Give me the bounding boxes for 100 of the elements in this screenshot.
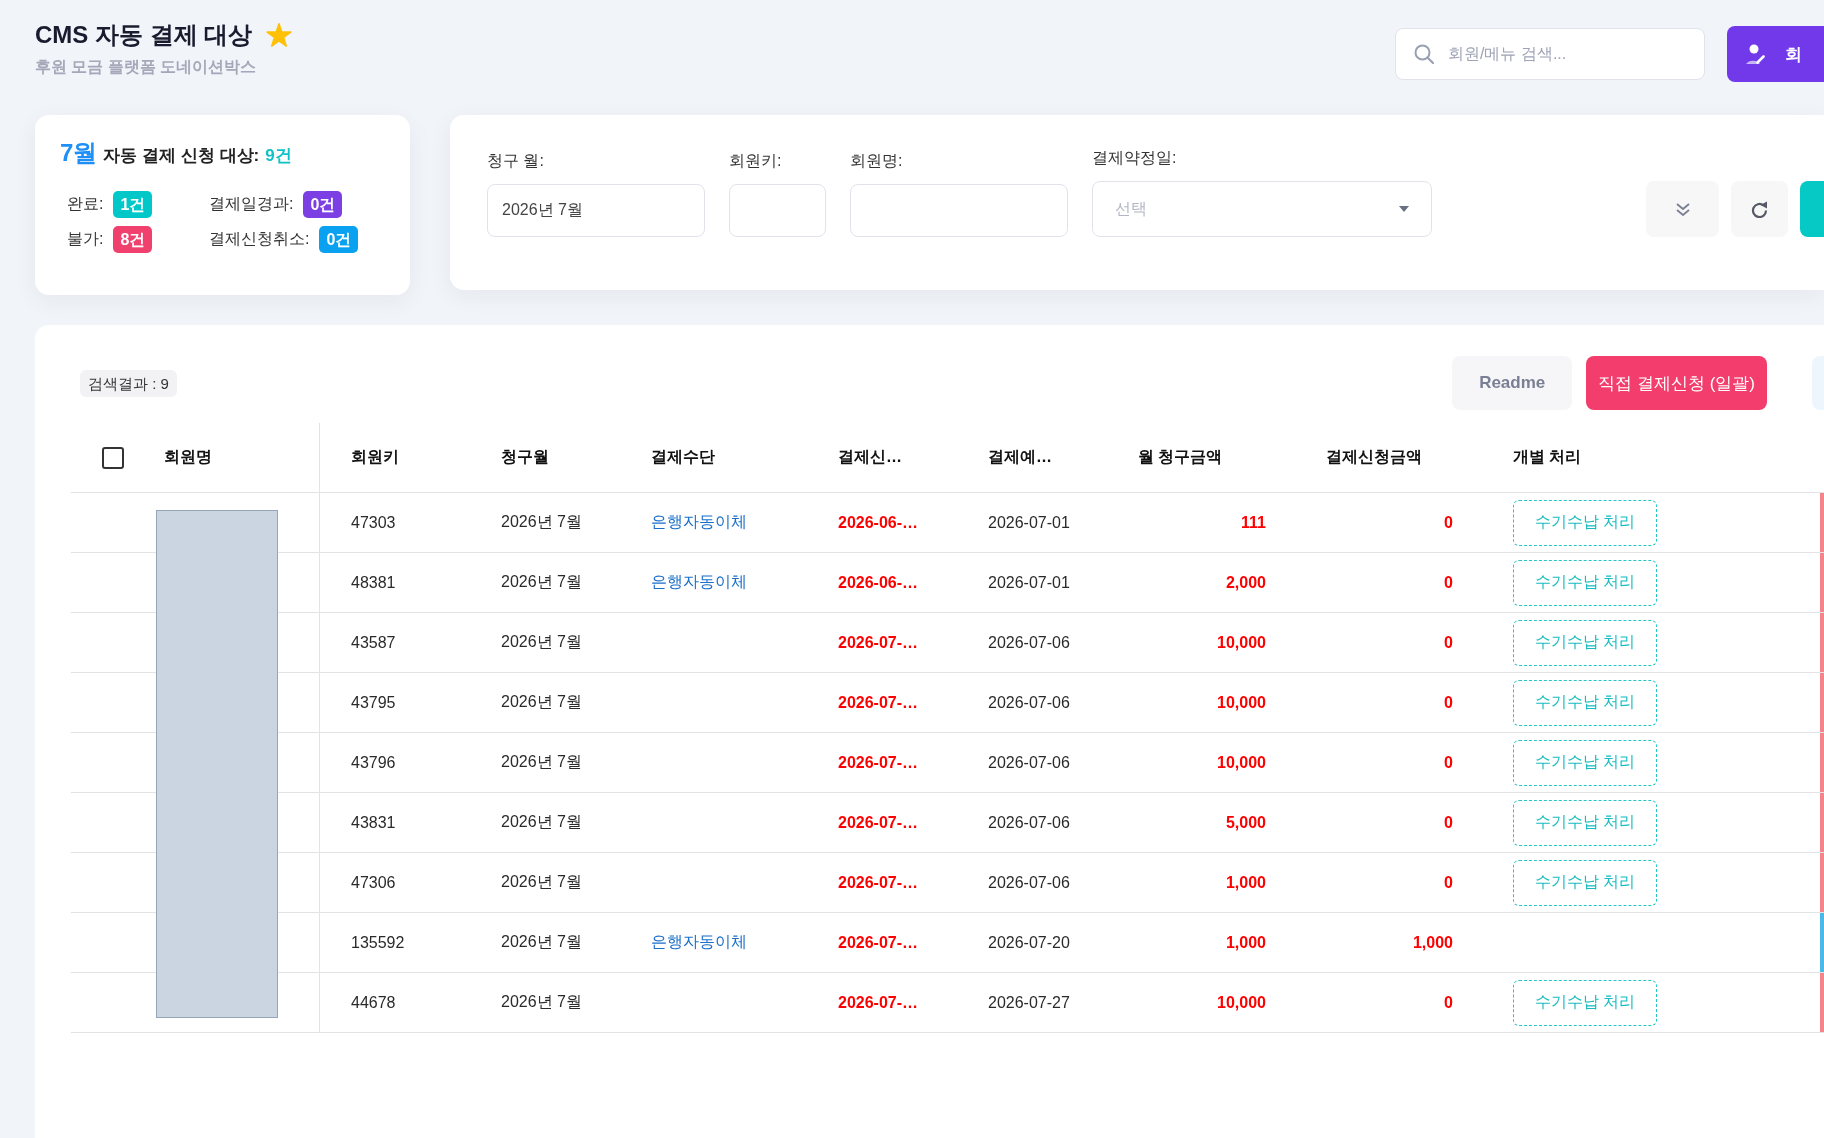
select-field[interactable]: 선택 <box>1092 181 1432 237</box>
action-button[interactable] <box>1800 181 1824 237</box>
page-subtitle: 후원 모금 플랫폼 도네이션박스 <box>35 57 258 77</box>
table-cell-text: 10,000 <box>1216 992 1267 1013</box>
field-label: 결제약정일: <box>1092 148 1178 168</box>
table-cell-text: 10,000 <box>1216 632 1267 653</box>
column-header: 결제신… <box>837 447 903 467</box>
column-header: 개별 처리 <box>1512 447 1583 467</box>
table-cell-text: 2026-07-… <box>837 812 920 833</box>
table-cell-text: 44678 <box>350 992 397 1013</box>
table-cell-text: 2026년 7월 <box>500 872 583 892</box>
manual-payment-button[interactable]: 수기수납 처리 <box>1513 499 1657 546</box>
table-cell-text: 0 <box>1443 992 1454 1013</box>
table-cell-text: 2026-07-01 <box>987 572 1071 593</box>
table-cell-text: 10,000 <box>1216 692 1267 713</box>
table-cell-text: 2026-06-… <box>837 512 920 533</box>
column-header: 회원명 <box>148 423 320 492</box>
refresh-button[interactable] <box>1731 181 1788 237</box>
table-cell-text: 2026-07-20 <box>987 932 1071 953</box>
table-cell-text: 0 <box>1443 692 1454 713</box>
manual-payment-button[interactable]: 수기수납 처리 <box>1513 859 1657 906</box>
table-cell-text: 2026년 7월 <box>500 932 583 952</box>
column-header: 결제신청금액 <box>1325 447 1423 467</box>
table-cell-text: 47303 <box>350 512 397 533</box>
summary-title: 자동 결제 신청 대상: <box>103 145 260 167</box>
count-badge: 8건 <box>113 226 153 253</box>
table-cell-text: 2,000 <box>1224 572 1267 593</box>
table-cell-text: 2026-07-… <box>837 992 920 1013</box>
table-cell-text: 2026-07-06 <box>987 632 1071 653</box>
table-cell-text: 2026-07-01 <box>987 512 1071 533</box>
table-cell-text: 2026-07-… <box>837 752 920 773</box>
table-cell-text: 2026년 7월 <box>500 692 583 712</box>
column-header: 회원키 <box>350 447 400 467</box>
table-cell-text: 2026년 7월 <box>500 752 583 772</box>
caret-down-icon <box>1399 206 1409 212</box>
manual-payment-button[interactable]: 수기수납 처리 <box>1513 739 1657 786</box>
star-icon[interactable] <box>266 23 293 47</box>
table-cell-text: 0 <box>1443 632 1454 653</box>
table-cell-text: 2026-06-… <box>837 572 920 593</box>
manual-payment-button[interactable]: 수기수납 처리 <box>1513 679 1657 726</box>
table-cell-text: 43795 <box>350 692 397 713</box>
table-cell-text: 0 <box>1443 752 1454 773</box>
table-cell-text: 1,000 <box>1224 932 1267 953</box>
result-count: 검색결과 : 9 <box>80 369 177 397</box>
table-cell-text: 0 <box>1443 812 1454 833</box>
table-cell-text: 은행자동이체 <box>650 932 748 952</box>
table-cell-text: 0 <box>1443 572 1454 593</box>
table-cell-text: 2026-07-… <box>837 872 920 893</box>
table-cell-text: 43587 <box>350 632 397 653</box>
total-count: 9건 <box>265 145 292 167</box>
bulk-payment-button[interactable]: 직접 결제신청 (일괄) <box>1586 356 1767 410</box>
field-label: 회원명: <box>850 151 904 171</box>
page-title: CMS 자동 결제 대상 <box>35 20 253 50</box>
column-header: 청구월 <box>500 447 550 467</box>
count-badge: 1건 <box>113 191 153 218</box>
count-badge: 0건 <box>319 226 359 253</box>
field-label: 청구 월: <box>487 151 545 171</box>
table-cell-text: 47306 <box>350 872 397 893</box>
table-cell-text: 은행자동이체 <box>650 512 748 532</box>
select-all-checkbox[interactable] <box>102 446 124 469</box>
table-cell-text: 2026년 7월 <box>500 572 583 592</box>
manual-payment-button[interactable]: 수기수납 처리 <box>1513 799 1657 846</box>
table-cell-text: 2026년 7월 <box>500 632 583 652</box>
manual-payment-button[interactable]: 수기수납 처리 <box>1513 559 1657 606</box>
stat-label: 완료: <box>67 194 104 214</box>
month-label: 7월 <box>60 138 98 168</box>
table-cell-text: 48381 <box>350 572 397 593</box>
table-cell-text: 2026-07-27 <box>987 992 1071 1013</box>
expand-button[interactable] <box>1646 181 1719 237</box>
table-cell-text: 1,000 <box>1411 932 1454 953</box>
table-cell-text: 2026-07-06 <box>987 692 1071 713</box>
table-cell-text: 111 <box>1240 512 1267 533</box>
table-cell-text: 2026년 7월 <box>500 512 583 532</box>
table-cell-text: 2026-07-… <box>837 692 920 713</box>
field-label: 회원키: <box>729 151 783 171</box>
search-icon <box>1414 44 1434 64</box>
table-cell-text: 135592 <box>350 932 406 953</box>
refresh-icon <box>1751 200 1768 218</box>
table-cell-text: 1,000 <box>1224 872 1267 893</box>
table-cell-text: 2026-07-… <box>837 932 920 953</box>
column-header: 결제예… <box>987 447 1053 467</box>
table-cell-text: 10,000 <box>1216 752 1267 773</box>
count-badge: 0건 <box>303 191 343 218</box>
table-cell-text: 2026-07-06 <box>987 812 1071 833</box>
table-cell-text: 2026-07-06 <box>987 872 1071 893</box>
manual-payment-button[interactable]: 수기수납 처리 <box>1513 979 1657 1026</box>
table-cell-text: 은행자동이체 <box>650 572 748 592</box>
table-cell-text: 2026년 7월 <box>500 812 583 832</box>
readme-button[interactable]: Readme <box>1452 356 1573 410</box>
input-field[interactable] <box>850 184 1068 237</box>
table-cell-text: 2026-07-06 <box>987 752 1071 773</box>
member-button[interactable]: 회 <box>1727 26 1824 82</box>
manual-payment-button[interactable]: 수기수납 처리 <box>1513 619 1657 666</box>
column-header: 월 청구금액 <box>1137 447 1224 467</box>
input-field[interactable] <box>729 184 826 237</box>
search-field[interactable]: 회원/메뉴 검색... <box>1395 28 1705 80</box>
table-cell-text: 2026-07-… <box>837 632 920 653</box>
table-cell-text: 43796 <box>350 752 397 773</box>
input-field[interactable]: 2026년 7월 <box>487 184 705 237</box>
table-cell-text: 43831 <box>350 812 397 833</box>
